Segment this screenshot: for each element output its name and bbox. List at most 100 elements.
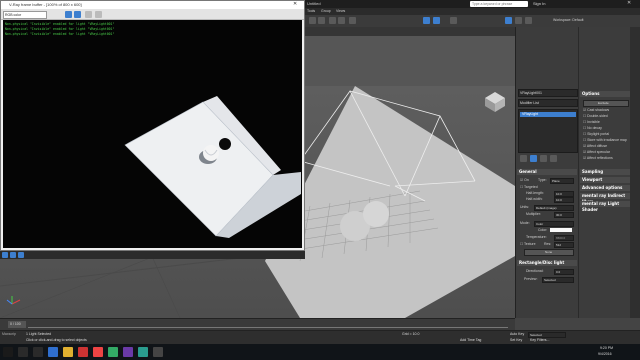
res-label: Res: bbox=[544, 242, 552, 246]
vfb-title-bar[interactable]: V-Ray frame buffer - [100% of 800 x 600]… bbox=[1, 1, 304, 9]
viewport-upper-area[interactable] bbox=[305, 36, 515, 86]
app-icon-orange[interactable] bbox=[93, 347, 103, 357]
texture-checkbox[interactable]: ☐ Texture bbox=[520, 242, 536, 246]
menu-item-views[interactable]: Views bbox=[336, 9, 345, 13]
general-rollout-header[interactable]: General bbox=[517, 169, 577, 175]
green-channel-icon[interactable] bbox=[74, 11, 81, 18]
modifier-list-dropdown[interactable]: Modifier List bbox=[518, 99, 578, 107]
angle-snap-icon[interactable] bbox=[433, 17, 440, 24]
search-taskbar-icon[interactable] bbox=[18, 347, 28, 357]
texture-none-button[interactable]: None bbox=[524, 249, 574, 256]
option-affect-specular[interactable]: ☑ Affect specular bbox=[583, 150, 610, 154]
show-end-result-icon[interactable] bbox=[530, 155, 537, 162]
task-view-icon[interactable] bbox=[33, 347, 43, 357]
viewport-rollout-header[interactable]: Viewport bbox=[580, 177, 630, 183]
add-time-tag[interactable]: Add Time Tag bbox=[460, 338, 481, 342]
search-placeholder: Type a keyword or phrase bbox=[472, 1, 513, 6]
workspace-selector[interactable]: Workspace: Default bbox=[553, 18, 583, 22]
maxscript-label[interactable]: Maxscrip bbox=[2, 332, 16, 336]
sign-in-link[interactable]: Sign In bbox=[533, 1, 545, 6]
vray-frame-buffer-window[interactable]: V-Ray frame buffer - [100% of 800 x 600]… bbox=[0, 0, 305, 251]
advanced-rollout-header[interactable]: Advanced options bbox=[580, 185, 630, 191]
save-image-icon[interactable] bbox=[85, 11, 92, 18]
render-setup-icon[interactable] bbox=[505, 17, 512, 24]
units-dropdown[interactable]: Default (image) bbox=[534, 205, 574, 211]
multiplier-spinner[interactable]: 30.0 bbox=[554, 212, 574, 218]
res-spinner[interactable]: 512 bbox=[554, 242, 574, 248]
vfb-close-icon[interactable]: ✕ bbox=[293, 1, 297, 7]
vfb-color-correction-icon[interactable] bbox=[18, 252, 24, 258]
sampling-rollout-header[interactable]: Sampling bbox=[580, 169, 630, 175]
app-icon-red[interactable] bbox=[78, 347, 88, 357]
option-affect-diffuse[interactable]: ☑ Affect diffuse bbox=[583, 144, 607, 148]
bind-icon[interactable] bbox=[349, 17, 356, 24]
mr-light-shader-rollout-header[interactable]: mental ray Light Shader bbox=[580, 201, 630, 212]
stack-item-vraylight[interactable]: VRayLight bbox=[520, 112, 576, 117]
file-explorer-icon[interactable] bbox=[63, 347, 73, 357]
red-channel-icon[interactable] bbox=[65, 11, 72, 18]
redo-icon[interactable] bbox=[318, 17, 325, 24]
mode-dropdown[interactable]: Color bbox=[534, 221, 574, 227]
snap-toggle-icon[interactable] bbox=[423, 17, 430, 24]
option-store-irradiance[interactable]: ☐ Store with irradiance map bbox=[583, 138, 627, 142]
clock-date: 9/4/2016 bbox=[598, 352, 612, 356]
app-icon-purple[interactable] bbox=[123, 347, 133, 357]
key-filters-button[interactable]: Key Filters... bbox=[530, 338, 549, 342]
render-frame-icon[interactable] bbox=[515, 17, 522, 24]
vfb-history-icon[interactable] bbox=[2, 252, 8, 258]
exclude-button[interactable]: Exclude bbox=[583, 100, 629, 107]
make-unique-icon[interactable] bbox=[540, 155, 547, 162]
temperature-spinner[interactable]: 6500.0 bbox=[554, 235, 574, 241]
render-canvas[interactable]: Non-physical "Invisible" enabled for lig… bbox=[3, 20, 302, 248]
on-checkbox[interactable]: ☑ On bbox=[520, 178, 529, 182]
undo-icon[interactable] bbox=[309, 17, 316, 24]
color-swatch[interactable] bbox=[550, 228, 572, 232]
search-box[interactable]: Type a keyword or phrase bbox=[470, 1, 528, 7]
close-icon[interactable]: ✕ bbox=[627, 0, 631, 6]
auto-key-button[interactable]: Auto Key bbox=[510, 332, 524, 336]
option-skylight-portal[interactable]: ☐ Skylight portal bbox=[583, 132, 609, 136]
multiplier-value: 30.0 bbox=[556, 213, 562, 217]
command-panel: VRayLight001 Modifier List VRayLight Gen… bbox=[515, 27, 579, 318]
vfb-lens-effects-icon[interactable] bbox=[10, 252, 16, 258]
remove-modifier-icon[interactable] bbox=[550, 155, 557, 162]
link-icon[interactable] bbox=[329, 17, 336, 24]
object-name-text: VRayLight001 bbox=[520, 90, 542, 95]
directional-value: 0.0 bbox=[556, 270, 561, 274]
render-icon[interactable] bbox=[525, 17, 532, 24]
unlink-icon[interactable] bbox=[338, 17, 345, 24]
time-slider[interactable]: 0 / 100 bbox=[8, 321, 26, 328]
object-name-field[interactable]: VRayLight001 bbox=[518, 89, 578, 97]
menu-item-group[interactable]: Group bbox=[321, 9, 331, 13]
option-affect-reflections[interactable]: ☑ Affect reflections bbox=[583, 156, 613, 160]
set-key-button[interactable]: Set Key bbox=[510, 338, 522, 342]
stack-item-label: VRayLight bbox=[522, 112, 539, 116]
option-label: Affect reflections bbox=[586, 156, 613, 160]
sphere-right[interactable] bbox=[363, 201, 389, 227]
option-invisible[interactable]: ☐ Invisible bbox=[583, 120, 600, 124]
rectangle-disc-rollout-header[interactable]: Rectangle/Disc light bbox=[517, 260, 577, 266]
type-dropdown[interactable]: Plane bbox=[550, 178, 574, 184]
preview-dropdown[interactable]: Selected bbox=[542, 277, 574, 283]
modifier-stack[interactable]: VRayLight bbox=[518, 109, 578, 153]
option-label: Double-sided bbox=[587, 114, 608, 118]
named-selection-icon[interactable] bbox=[450, 17, 457, 24]
start-icon[interactable] bbox=[3, 347, 13, 357]
channel-dropdown[interactable]: RGB color bbox=[3, 11, 47, 19]
option-no-decay[interactable]: ☐ No decay bbox=[583, 126, 602, 130]
edge-icon[interactable] bbox=[48, 347, 58, 357]
option-cast-shadows[interactable]: ☑ Cast shadows bbox=[583, 108, 609, 112]
app-icon-green[interactable] bbox=[108, 347, 118, 357]
option-double-sided[interactable]: ☐ Double-sided bbox=[583, 114, 608, 118]
menu-item-tools[interactable]: Tools bbox=[307, 9, 315, 13]
max-taskbar-icon[interactable] bbox=[138, 347, 148, 357]
options-rollout-header[interactable]: Options bbox=[580, 91, 630, 97]
directional-spinner[interactable]: 0.0 bbox=[554, 269, 574, 275]
targeted-checkbox[interactable]: ☐ Targeted bbox=[520, 185, 538, 189]
app-icon-gray[interactable] bbox=[153, 347, 163, 357]
pin-stack-icon[interactable] bbox=[520, 155, 527, 162]
half-width-spinner[interactable]: 10.0 bbox=[554, 197, 574, 203]
clear-image-icon[interactable] bbox=[95, 11, 102, 18]
mr-indirect-rollout-header[interactable]: mental ray Indirect Illum bbox=[580, 193, 630, 204]
timeline-track[interactable] bbox=[28, 327, 508, 328]
